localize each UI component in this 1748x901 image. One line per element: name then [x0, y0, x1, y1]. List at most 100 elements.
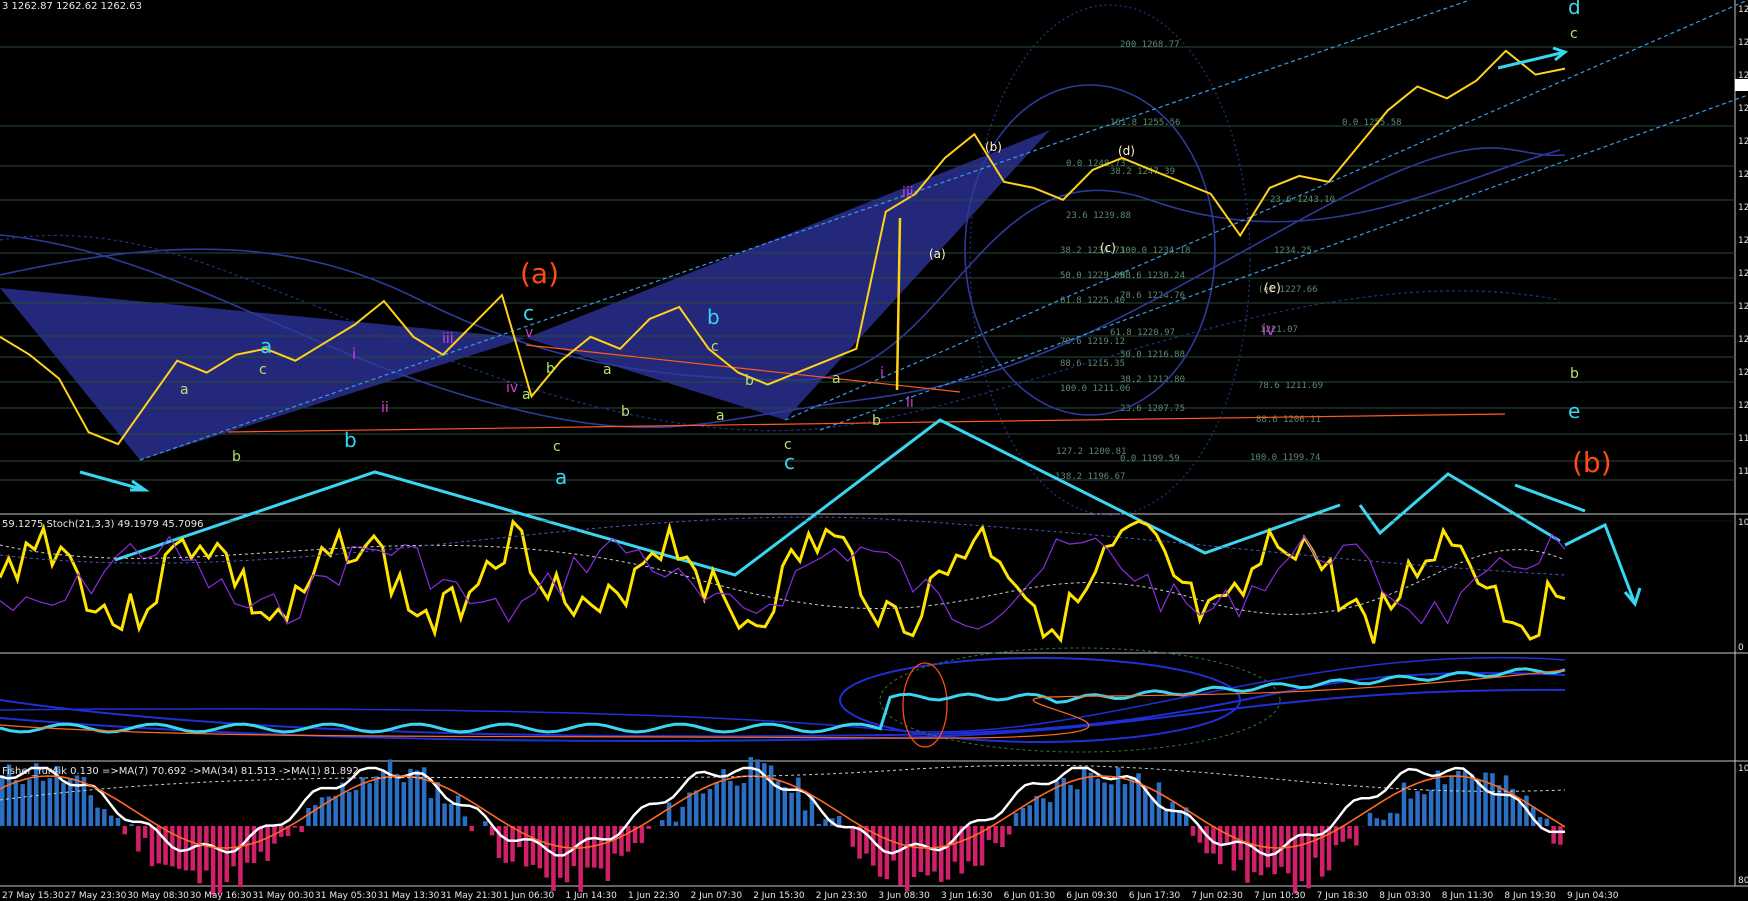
fib-label: 0.0 1255.58 [1342, 118, 1402, 128]
fisher-bar [503, 826, 508, 863]
stoch-scale-bottom: 0 [1738, 643, 1744, 653]
fisher-bar [183, 826, 189, 871]
time-axis-label: 31 May 05:30 [315, 891, 377, 901]
price-axis-label: 12 [1738, 401, 1748, 411]
fisher-bar [741, 783, 747, 826]
price-axis-label: 12 [1738, 38, 1748, 48]
wave-label-p-b: (b) [985, 140, 1002, 154]
fisher-bar [660, 820, 665, 826]
fisher-bar [224, 826, 229, 883]
fib-label: 61.8 1225.40 [1060, 296, 1125, 306]
fisher-bar [374, 776, 379, 826]
fisher-bar [347, 791, 352, 826]
fisher-bar [483, 821, 488, 826]
fisher-bar [163, 826, 168, 865]
fisher-bar [319, 797, 325, 826]
fisher-bar [1020, 807, 1026, 826]
wave-label-b-yg: b [232, 449, 241, 465]
time-axis-label: 7 Jun 10:30 [1254, 891, 1306, 901]
fisher-bar [1272, 826, 1277, 875]
fib-label: 200 1268.77 [1120, 40, 1180, 50]
wave-label-roman-v: v [525, 325, 533, 341]
fisher-scale-bottom: 80 [1738, 876, 1748, 886]
wave-label-big-b: (b) [1572, 446, 1612, 479]
fisher-bar [265, 826, 270, 861]
fisher-bar [1422, 794, 1427, 826]
time-axis-label: 27 May 15:30 [2, 891, 64, 901]
fib-label: 78.6 1224.76 [1120, 291, 1185, 301]
fisher-bar [381, 771, 386, 826]
fisher-bar [197, 826, 202, 884]
fisher-bar [1367, 812, 1373, 826]
time-axis-label: 31 May 00:30 [252, 891, 314, 901]
fib-label: 100.0 1199.74 [1250, 453, 1320, 463]
fisher-bar [558, 826, 563, 878]
fisher-bar [1047, 802, 1053, 826]
wave-sublabel: b [872, 413, 881, 429]
fisher-bar [1068, 784, 1073, 826]
fisher-bar [74, 775, 80, 826]
wave-label-pivot-iii: iii [902, 185, 914, 201]
fisher-bar [605, 826, 611, 881]
fisher-bar [598, 826, 604, 869]
fisher-bar [1462, 771, 1468, 826]
fisher-bar [551, 826, 556, 891]
wave-label-roman-ii: ii [381, 400, 389, 416]
fisher-bar [789, 792, 794, 826]
fisher-bar [1034, 795, 1039, 826]
time-axis-label: 2 Jun 23:30 [816, 891, 868, 901]
fib-label: 0.0 1199.59 [1120, 454, 1180, 464]
fisher-bar [1354, 826, 1359, 846]
time-axis-label: 3 Jun 16:30 [941, 891, 993, 901]
wave-label-p-c: (c) [1100, 241, 1116, 255]
fisher-bar [939, 826, 944, 882]
fisher-bar [877, 826, 883, 877]
fisher-bar [1095, 778, 1100, 826]
time-axis-label: 1 Jun 14:30 [565, 891, 617, 901]
wave-label-c-cyan: c [523, 301, 534, 325]
time-axis-label: 8 Jun 19:30 [1504, 891, 1556, 901]
fisher-bar [333, 795, 338, 826]
time-axis-label: 2 Jun 15:30 [753, 891, 805, 901]
wave-label-a-cyan-1: a [260, 334, 272, 358]
fisher-bar [1007, 826, 1012, 835]
fisher-bar [1408, 798, 1413, 826]
fisher-bar [1456, 771, 1461, 826]
fisher-bar [850, 826, 855, 847]
fisher-bar [911, 826, 917, 877]
wave-sublabel: a [603, 362, 612, 378]
fisher-bar [387, 759, 393, 826]
fisher-bar [1109, 784, 1114, 826]
fisher-bar [836, 816, 842, 826]
wave-label-p-a: (a) [929, 247, 946, 261]
fisher-bar [394, 774, 400, 826]
fisher-bar [238, 826, 243, 888]
fisher-bar [1000, 826, 1005, 847]
wave-label-big-a: (a) [520, 257, 559, 290]
fisher-bar [782, 786, 787, 826]
fisher-bar [728, 780, 733, 826]
fisher-bar [1490, 773, 1495, 826]
fisher-bar [401, 782, 406, 826]
fisher-bar [1245, 826, 1250, 883]
time-axis-label: 2 Jun 07:30 [691, 891, 743, 901]
current-price-marker [1735, 79, 1748, 91]
price-axis-label: 12 [1738, 302, 1748, 312]
fib-label: 88.6 1215.35 [1060, 359, 1125, 369]
wave-sublabel: a [716, 408, 725, 424]
fisher-bar [1435, 770, 1441, 826]
fisher-bar [428, 798, 434, 826]
time-axis-label: 31 May 13:30 [378, 891, 440, 901]
fisher-bar [802, 810, 808, 826]
wave-label-pivot-i: i [880, 365, 884, 381]
fisher-bar [1381, 819, 1386, 826]
fisher-bar [1027, 805, 1032, 826]
time-axis-label: 3 Jun 08:30 [878, 891, 930, 901]
fisher-bar [340, 782, 345, 826]
fisher-bar [136, 826, 141, 852]
time-axis-label: 1 Jun 06:30 [503, 891, 555, 901]
price-axis-label: 12 [1738, 269, 1748, 279]
fisher-bar [925, 826, 930, 876]
fisher-bar [115, 817, 121, 826]
wave-sublabel: b [546, 361, 555, 377]
